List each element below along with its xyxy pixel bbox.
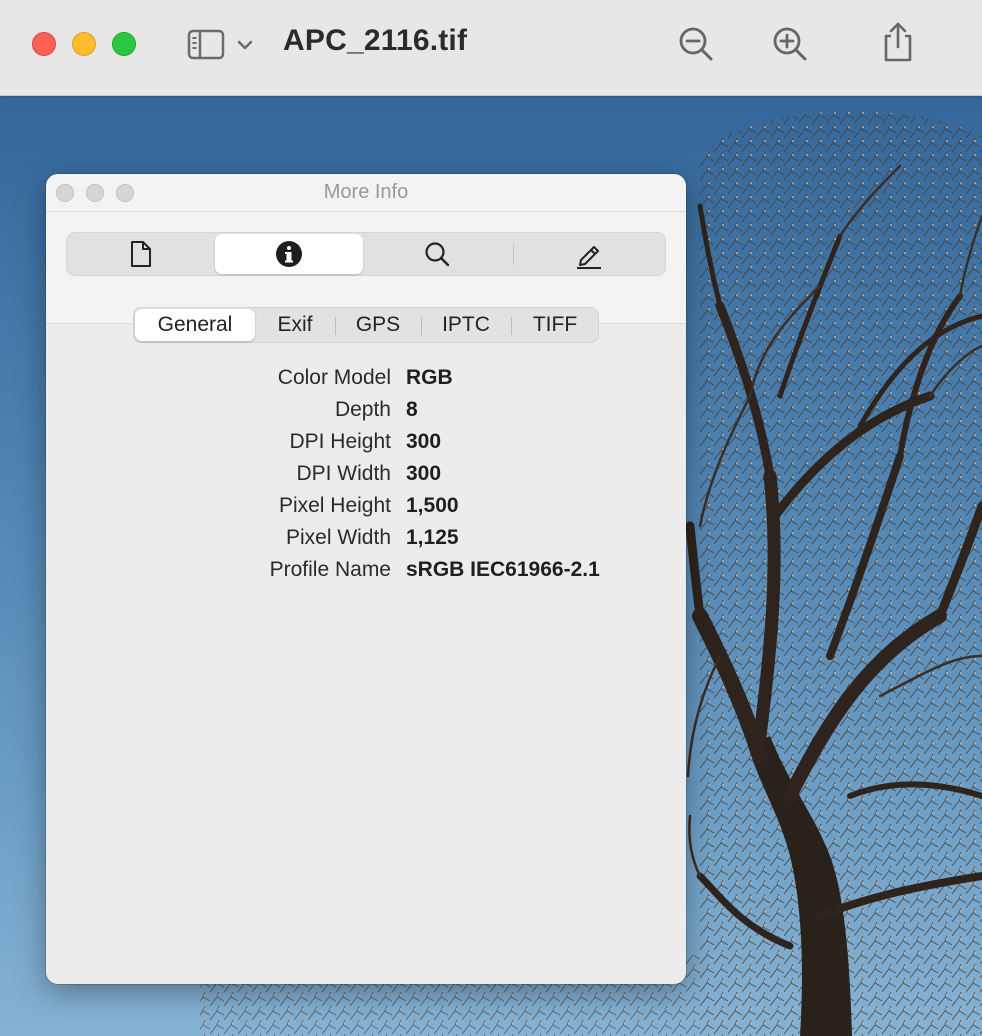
inspector-tab-bar xyxy=(66,232,666,276)
panel-header: More Info xyxy=(46,174,686,324)
property-value: 1,500 xyxy=(406,494,459,517)
property-value: RGB xyxy=(406,366,453,389)
subtab-gps[interactable]: GPS xyxy=(336,308,420,342)
document-title: APC_2116.tif xyxy=(283,24,468,57)
zoom-in-icon xyxy=(773,27,807,61)
zoom-out-button[interactable] xyxy=(676,24,716,64)
window-toolbar: APC_2116.tif xyxy=(0,0,982,96)
property-value: 300 xyxy=(406,430,442,453)
sidebar-toggle-button[interactable] xyxy=(186,24,260,64)
zoom-window-button[interactable] xyxy=(112,32,136,56)
property-row: Pixel Height 1,500 xyxy=(46,492,686,524)
property-key: Pixel Width xyxy=(285,526,391,549)
magnifier-icon xyxy=(425,242,450,267)
property-row: Color Model RGB xyxy=(46,364,686,396)
property-row: Pixel Width 1,125 xyxy=(46,524,686,556)
chevron-down-icon xyxy=(237,40,253,50)
zoom-out-icon xyxy=(679,27,713,61)
share-button[interactable] xyxy=(878,20,918,62)
subtab-general[interactable]: General xyxy=(135,309,255,341)
subtab-iptc[interactable]: IPTC xyxy=(422,308,510,342)
close-window-button[interactable] xyxy=(32,32,56,56)
property-key: Depth xyxy=(334,398,391,421)
subtab-exif[interactable]: Exif xyxy=(256,308,334,342)
subtab-bar: General Exif GPS IPTC TIFF xyxy=(133,307,599,343)
property-value: 8 xyxy=(406,398,418,421)
tab-annotations[interactable] xyxy=(515,234,663,274)
sidebar-toggle-icon xyxy=(187,29,225,60)
property-row: DPI Height 300 xyxy=(46,428,686,460)
property-value: 1,125 xyxy=(406,526,459,549)
zoom-in-button[interactable] xyxy=(770,24,810,64)
panel-titlebar[interactable]: More Info xyxy=(46,174,686,212)
property-key: DPI Width xyxy=(296,462,391,485)
property-row: Depth 8 xyxy=(46,396,686,428)
tab-general-info[interactable] xyxy=(67,234,215,274)
panel-title: More Info xyxy=(323,181,409,203)
property-value: sRGB IEC61966-2.1 xyxy=(406,558,600,581)
tab-more-info[interactable] xyxy=(215,234,363,274)
property-key: Color Model xyxy=(277,366,391,389)
document-icon xyxy=(131,241,151,267)
property-key: DPI Height xyxy=(289,430,391,453)
property-row: DPI Width 300 xyxy=(46,460,686,492)
property-value: 300 xyxy=(406,462,442,485)
property-key: Pixel Height xyxy=(278,494,391,517)
more-info-panel: More Info General Exif GPS IPTC TIFF Col… xyxy=(46,174,686,984)
tab-keywords[interactable] xyxy=(363,234,511,274)
info-circle-icon xyxy=(276,241,302,267)
property-row: Profile Name sRGB IEC61966-2.1 xyxy=(46,556,686,588)
minimize-window-button[interactable] xyxy=(72,32,96,56)
segment-divider xyxy=(513,243,514,265)
subtab-tiff[interactable]: TIFF xyxy=(512,308,598,342)
property-key: Profile Name xyxy=(269,558,391,581)
pencil-icon xyxy=(577,246,601,269)
share-icon xyxy=(884,22,912,62)
